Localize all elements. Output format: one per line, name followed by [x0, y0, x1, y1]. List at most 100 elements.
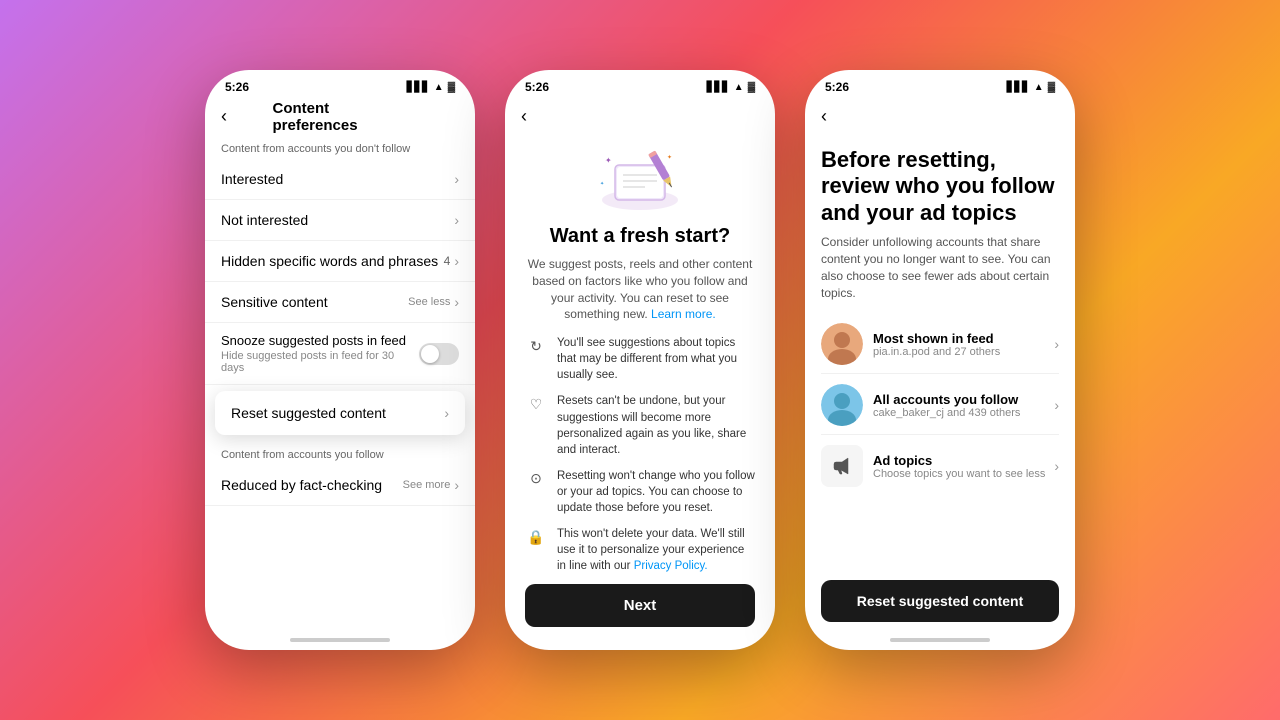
account-title-0: Most shown in feed — [873, 331, 1054, 346]
status-icons-1: ▋▋▋ ▲ ▓ — [407, 82, 455, 93]
fresh-start-desc: We suggest posts, reels and other conten… — [525, 256, 755, 323]
menu-item-reduced[interactable]: Reduced by fact-checking See more › — [205, 465, 475, 506]
chevron-hidden-words: › — [454, 253, 459, 269]
bullet-text-1: Resets can't be undone, but your suggest… — [557, 393, 755, 457]
status-icons-2: ▋▋▋ ▲ ▓ — [707, 82, 755, 93]
avatar-0 — [821, 323, 863, 365]
phone3-content: Before resetting, review who you follow … — [805, 135, 1075, 600]
section-label-1: Content from accounts you don't follow — [205, 135, 475, 159]
account-info-0: Most shown in feed pia.in.a.pod and 27 o… — [873, 331, 1054, 358]
battery-icon-2: ▓ — [748, 82, 755, 93]
time-2: 5:26 — [525, 80, 549, 94]
account-item-1[interactable]: All accounts you follow cake_baker_cj an… — [821, 376, 1059, 435]
hidden-words-right: 4 › — [444, 253, 459, 269]
menu-item-not-interested[interactable]: Not interested › — [205, 200, 475, 241]
bullet-text-0: You'll see suggestions about topics that… — [557, 335, 755, 383]
reduced-right: See more › — [403, 477, 459, 493]
not-interested-label: Not interested — [221, 212, 308, 228]
snooze-row: Snooze suggested posts in feed Hide sugg… — [221, 333, 459, 374]
avatar-image-1 — [821, 384, 863, 426]
lock-icon: 🔒 — [525, 526, 547, 548]
fresh-desc-text: We suggest posts, reels and other conten… — [528, 257, 753, 321]
account-list: Most shown in feed pia.in.a.pod and 27 o… — [821, 315, 1059, 495]
menu-item-sensitive[interactable]: Sensitive content See less › — [205, 282, 475, 323]
reset-bottom-button[interactable]: Reset suggested content — [821, 580, 1059, 622]
nav-header-2: ‹ — [505, 98, 775, 135]
person-icon: ⊙ — [525, 468, 547, 490]
avatar-1 — [821, 384, 863, 426]
bullet-item-1: ♡ Resets can't be undone, but your sugge… — [525, 393, 755, 457]
svg-text:✦: ✦ — [600, 181, 604, 187]
interested-label: Interested — [221, 171, 283, 187]
status-bar-2: 5:26 ▋▋▋ ▲ ▓ — [505, 70, 775, 98]
hidden-words-badge: 4 — [444, 254, 451, 268]
next-button[interactable]: Next — [525, 584, 755, 627]
chevron-not-interested: › — [454, 212, 459, 228]
privacy-policy-link[interactable]: Privacy Policy. — [634, 560, 708, 572]
bullet-text-2: Resetting won't change who you follow or… — [557, 468, 755, 516]
phone-3: 5:26 ▋▋▋ ▲ ▓ ‹ Before resetting, review … — [805, 70, 1075, 650]
menu-item-interested[interactable]: Interested › — [205, 159, 475, 200]
account-title-1: All accounts you follow — [873, 392, 1054, 407]
reset-card[interactable]: Reset suggested content › — [215, 391, 465, 435]
learn-more-link[interactable]: Learn more. — [651, 307, 716, 321]
review-desc: Consider unfollowing accounts that share… — [821, 234, 1059, 301]
svg-text:✦: ✦ — [605, 156, 612, 165]
wifi-icon-3: ▲ — [1034, 82, 1044, 93]
time-1: 5:26 — [225, 80, 249, 94]
fresh-start-title: Want a fresh start? — [525, 225, 755, 248]
status-bar-1: 5:26 ▋▋▋ ▲ ▓ — [205, 70, 475, 98]
svg-text:✦: ✦ — [667, 154, 672, 161]
ad-topics-icon-box — [821, 445, 863, 487]
status-icons-3: ▋▋▋ ▲ ▓ — [1007, 82, 1055, 93]
snooze-text-group: Snooze suggested posts in feed Hide sugg… — [221, 333, 419, 374]
avatar-image-0 — [821, 323, 863, 365]
sensitive-right: See less › — [408, 294, 459, 310]
reset-card-label: Reset suggested content — [231, 405, 386, 421]
back-button-1[interactable]: ‹ — [221, 106, 227, 127]
menu-item-hidden-words[interactable]: Hidden specific words and phrases 4 › — [205, 241, 475, 282]
account-info-1: All accounts you follow cake_baker_cj an… — [873, 392, 1054, 419]
heart-icon: ♡ — [525, 393, 547, 415]
reset-card-chevron: › — [444, 405, 449, 421]
illustration-container: ✦ ✦ ✦ — [525, 145, 755, 215]
battery-icon-3: ▓ — [1048, 82, 1055, 93]
home-indicator-1 — [290, 638, 390, 642]
phone2-content: ✦ ✦ ✦ Want a fresh start? We suggest pos… — [505, 135, 775, 637]
home-indicator-3 — [890, 638, 990, 642]
account-sub-1: cake_baker_cj and 439 others — [873, 407, 1054, 419]
chevron-account-0: › — [1054, 336, 1059, 352]
chevron-interested: › — [454, 171, 459, 187]
bullet-item-0: ↻ You'll see suggestions about topics th… — [525, 335, 755, 383]
ad-topics-info: Ad topics Choose topics you want to see … — [873, 453, 1054, 480]
review-title: Before resetting, review who you follow … — [821, 147, 1059, 226]
sensitive-label: Sensitive content — [221, 294, 328, 310]
back-button-2[interactable]: ‹ — [521, 106, 527, 127]
bullet-item-3: 🔒 This won't delete your data. We'll sti… — [525, 526, 755, 574]
see-more-text: See more — [403, 479, 451, 491]
ad-topics-item[interactable]: Ad topics Choose topics you want to see … — [821, 437, 1059, 495]
signal-icon: ▋▋▋ — [407, 82, 430, 93]
megaphone-icon — [830, 454, 854, 478]
battery-icon: ▓ — [448, 82, 455, 93]
chevron-ad-topics: › — [1054, 458, 1059, 474]
signal-icon-2: ▋▋▋ — [707, 82, 730, 93]
chevron-sensitive: › — [454, 294, 459, 310]
ad-topics-title: Ad topics — [873, 453, 1054, 468]
section-label-2: Content from accounts you follow — [205, 441, 475, 465]
wifi-icon-2: ▲ — [734, 82, 744, 93]
account-item-0[interactable]: Most shown in feed pia.in.a.pod and 27 o… — [821, 315, 1059, 374]
hidden-words-label: Hidden specific words and phrases — [221, 253, 438, 269]
fresh-start-illustration: ✦ ✦ ✦ — [595, 145, 685, 215]
snooze-toggle[interactable] — [419, 343, 459, 365]
bullet-text-3: This won't delete your data. We'll still… — [557, 526, 755, 574]
ad-topics-sub: Choose topics you want to see less — [873, 468, 1054, 480]
snooze-label: Snooze suggested posts in feed — [221, 333, 419, 348]
reduced-label: Reduced by fact-checking — [221, 477, 382, 493]
time-3: 5:26 — [825, 80, 849, 94]
snooze-subtext: Hide suggested posts in feed for 30 days — [221, 350, 419, 374]
signal-icon-3: ▋▋▋ — [1007, 82, 1030, 93]
back-button-3[interactable]: ‹ — [821, 106, 827, 127]
chevron-account-1: › — [1054, 397, 1059, 413]
account-sub-0: pia.in.a.pod and 27 others — [873, 346, 1054, 358]
